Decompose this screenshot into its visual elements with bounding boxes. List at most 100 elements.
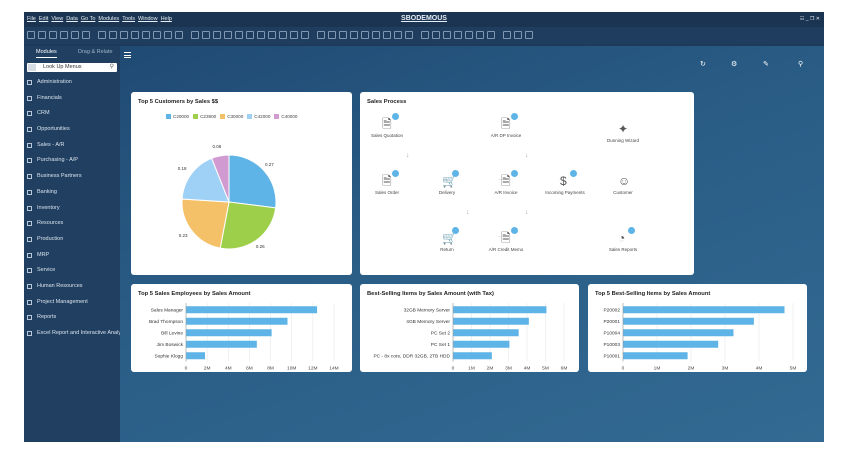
process-node-sales-quotation[interactable]: 🗎 Sales Quotation bbox=[365, 113, 409, 138]
hamburger-icon[interactable] bbox=[124, 52, 131, 58]
toolbar-button-icon[interactable] bbox=[257, 31, 265, 39]
sidebar-item-production[interactable]: Production bbox=[24, 236, 120, 252]
menu-item-file[interactable]: File bbox=[27, 16, 36, 22]
settings-icon[interactable]: ⚙ bbox=[731, 60, 737, 68]
window-controls[interactable]: ☷ _ ❐ ✕ bbox=[800, 16, 820, 22]
toolbar-button-icon[interactable] bbox=[224, 31, 232, 39]
toolbar-button-icon[interactable] bbox=[60, 31, 68, 39]
filter-icon[interactable] bbox=[28, 64, 36, 71]
toolbar-button-icon[interactable] bbox=[98, 31, 106, 39]
bar[interactable] bbox=[623, 306, 785, 314]
menu-search-input[interactable]: Look Up Menus ⚲ bbox=[27, 63, 117, 72]
toolbar-button-icon[interactable] bbox=[328, 31, 336, 39]
toolbar-button-icon[interactable] bbox=[142, 31, 150, 39]
toolbar-button-icon[interactable] bbox=[432, 31, 440, 39]
add-icon[interactable] bbox=[392, 113, 399, 120]
toolbar-button-icon[interactable] bbox=[301, 31, 309, 39]
bar[interactable] bbox=[186, 306, 318, 314]
toolbar-button-icon[interactable] bbox=[394, 31, 402, 39]
sidebar-item-inventory[interactable]: Inventory bbox=[24, 205, 120, 221]
toolbar-button-icon[interactable] bbox=[514, 31, 522, 39]
bar[interactable] bbox=[186, 317, 288, 325]
bar[interactable] bbox=[623, 352, 688, 360]
sidebar-item-opportunities[interactable]: Opportunities bbox=[24, 126, 120, 142]
menu-item-data[interactable]: Data bbox=[66, 16, 78, 22]
toolbar-button-icon[interactable] bbox=[503, 31, 511, 39]
toolbar-button-icon[interactable] bbox=[191, 31, 199, 39]
sidebar-item-crm[interactable]: CRM bbox=[24, 110, 120, 126]
tab-drag-relate[interactable]: Drag & Relate bbox=[78, 49, 113, 55]
toolbar-button-icon[interactable] bbox=[175, 31, 183, 39]
sidebar-item-excel-report-and-interactive-analysis[interactable]: Excel Report and Interactive Analysis bbox=[24, 330, 120, 346]
refresh-icon[interactable]: ↻ bbox=[700, 60, 706, 68]
bar[interactable] bbox=[453, 317, 529, 325]
add-icon[interactable] bbox=[511, 170, 518, 177]
toolbar-button-icon[interactable] bbox=[82, 31, 90, 39]
toolbar-button-icon[interactable] bbox=[454, 31, 462, 39]
toolbar-button-icon[interactable] bbox=[350, 31, 358, 39]
toolbar-button-icon[interactable] bbox=[49, 31, 57, 39]
toolbar-button-icon[interactable] bbox=[443, 31, 451, 39]
tab-modules[interactable]: Modules bbox=[36, 49, 57, 58]
toolbar-button-icon[interactable] bbox=[525, 31, 533, 39]
process-node-sales-order[interactable]: 🗎 Sales Order bbox=[365, 170, 409, 195]
add-icon[interactable] bbox=[452, 227, 459, 234]
sidebar-item-business-partners[interactable]: Business Partners bbox=[24, 173, 120, 189]
pie-slice[interactable] bbox=[181, 198, 230, 249]
process-node-a-r-invoice[interactable]: 🗎 A/R Invoice bbox=[484, 170, 528, 195]
sidebar-item-banking[interactable]: Banking bbox=[24, 189, 120, 205]
pie-slice[interactable] bbox=[219, 201, 277, 250]
add-icon[interactable] bbox=[452, 170, 459, 177]
toolbar-button-icon[interactable] bbox=[268, 31, 276, 39]
toolbar-button-icon[interactable] bbox=[27, 31, 35, 39]
menu-item-tools[interactable]: Tools bbox=[122, 16, 135, 22]
menu-item-window[interactable]: Window bbox=[138, 16, 158, 22]
add-icon[interactable] bbox=[570, 170, 577, 177]
edit-icon[interactable]: ✎ bbox=[763, 60, 769, 68]
toolbar-button-icon[interactable] bbox=[131, 31, 139, 39]
add-icon[interactable] bbox=[392, 170, 399, 177]
toolbar-button-icon[interactable] bbox=[317, 31, 325, 39]
toolbar-button-icon[interactable] bbox=[421, 31, 429, 39]
company-title[interactable]: SBODEMOUS bbox=[401, 15, 447, 22]
process-node-sales-reports[interactable]: ◔ Sales Reports bbox=[601, 227, 645, 252]
bar[interactable] bbox=[623, 317, 754, 325]
toolbar-button-icon[interactable] bbox=[487, 31, 495, 39]
add-icon[interactable] bbox=[511, 113, 518, 120]
toolbar-button-icon[interactable] bbox=[71, 31, 79, 39]
sidebar-item-purchasing-a-p[interactable]: Purchasing - A/P bbox=[24, 157, 120, 173]
toolbar-button-icon[interactable] bbox=[339, 31, 347, 39]
sidebar-item-sales-a-r[interactable]: Sales - A/R bbox=[24, 142, 120, 158]
bar[interactable] bbox=[453, 340, 510, 348]
sidebar-item-financials[interactable]: Financials bbox=[24, 95, 120, 111]
bar[interactable] bbox=[623, 340, 719, 348]
add-icon[interactable] bbox=[511, 227, 518, 234]
sidebar-item-service[interactable]: Service bbox=[24, 267, 120, 283]
toolbar-button-icon[interactable] bbox=[246, 31, 254, 39]
bar[interactable] bbox=[186, 340, 257, 348]
toolbar-button-icon[interactable] bbox=[38, 31, 46, 39]
toolbar-button-icon[interactable] bbox=[290, 31, 298, 39]
bar[interactable] bbox=[453, 329, 519, 337]
process-node-a-r-credit-memo[interactable]: 🗎 A/R Credit Memo bbox=[484, 227, 528, 252]
bar[interactable] bbox=[186, 329, 272, 337]
toolbar-button-icon[interactable] bbox=[202, 31, 210, 39]
bar[interactable] bbox=[453, 352, 492, 360]
add-icon[interactable] bbox=[628, 227, 635, 234]
toolbar-button-icon[interactable] bbox=[383, 31, 391, 39]
menu-item-view[interactable]: View bbox=[51, 16, 63, 22]
process-node-a-r-dp-invoice[interactable]: 🗎 A/R DP Invoice bbox=[484, 113, 528, 138]
process-node-customer[interactable]: ☺ Customer bbox=[601, 174, 645, 195]
process-node-return[interactable]: 🛒 Return bbox=[425, 227, 469, 252]
toolbar-button-icon[interactable] bbox=[372, 31, 380, 39]
menu-item-edit[interactable]: Edit bbox=[39, 16, 48, 22]
bar[interactable] bbox=[186, 352, 206, 360]
toolbar-button-icon[interactable] bbox=[235, 31, 243, 39]
sidebar-item-resources[interactable]: Resources bbox=[24, 220, 120, 236]
toolbar-button-icon[interactable] bbox=[153, 31, 161, 39]
search-icon[interactable]: ⚲ bbox=[798, 60, 803, 68]
toolbar-button-icon[interactable] bbox=[405, 31, 413, 39]
process-node-incoming-payments[interactable]: $ Incoming Payments bbox=[543, 170, 587, 195]
sidebar-item-reports[interactable]: Reports bbox=[24, 314, 120, 330]
sidebar-item-project-management[interactable]: Project Management bbox=[24, 299, 120, 315]
